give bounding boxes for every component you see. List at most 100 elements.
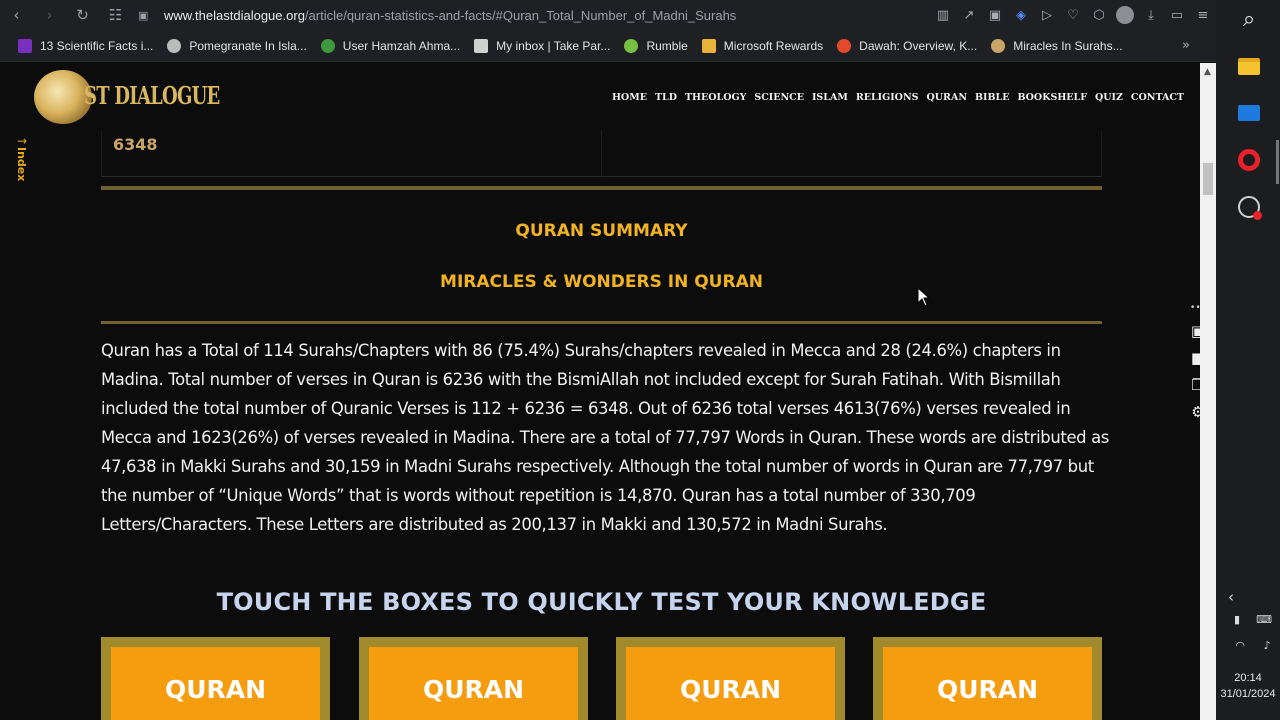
- menu-item-home[interactable]: HOME: [612, 92, 647, 103]
- opera-icon[interactable]: [1236, 147, 1262, 173]
- microphone-icon[interactable]: ▮: [1234, 613, 1240, 626]
- scroll-thumb[interactable]: [1203, 163, 1213, 195]
- floating-toolbar: ••• ▣ ■ ❐ ⚙: [1185, 299, 1200, 427]
- menu-item-tld[interactable]: TLD: [655, 92, 677, 103]
- speedometer-icon[interactable]: [1236, 194, 1262, 220]
- camera-icon[interactable]: ▣: [1185, 317, 1200, 344]
- bookmark-favicon-icon: [837, 38, 852, 53]
- menu-item-quran[interactable]: QURAN: [927, 92, 968, 103]
- bookmark-label: My inbox | Take Par...: [496, 38, 611, 53]
- language-icon[interactable]: ⌨: [1256, 613, 1272, 626]
- bookmark-item[interactable]: Rumble: [624, 38, 688, 53]
- bookmark-favicon-icon: [18, 38, 32, 53]
- bookmark-item[interactable]: My inbox | Take Par...: [474, 38, 611, 53]
- browser-toolbar: ‹ › ↻ ☷ ▣ www.thelastdialogue.org/articl…: [0, 0, 1216, 30]
- page-scrollbar[interactable]: ▲: [1200, 63, 1216, 720]
- share-icon[interactable]: ↗: [956, 0, 982, 30]
- clock-time[interactable]: 20:14: [1216, 672, 1280, 684]
- speed-dial-icon[interactable]: ☷: [99, 0, 132, 30]
- web-page: ST DIALOGUE HOME TLD THEOLOGY SCIENCE IS…: [4, 63, 1200, 720]
- menu-item-quiz[interactable]: QUIZ: [1095, 92, 1123, 103]
- quiz-box-label: QURAN: [936, 675, 1039, 704]
- extensions-icon[interactable]: ⬡: [1086, 0, 1112, 30]
- download-icon[interactable]: ⤓: [1138, 0, 1164, 30]
- wifi-icon[interactable]: ◠: [1235, 639, 1245, 652]
- bookmarks-bar: 13 Scientific Facts i... Pomegranate In …: [0, 30, 1216, 62]
- menu-item-science[interactable]: SCIENCE: [754, 92, 804, 103]
- quiz-box-label: QURAN: [422, 675, 525, 704]
- bookmark-favicon-icon: [991, 38, 1006, 53]
- video-icon[interactable]: ■: [1185, 344, 1200, 371]
- menu-item-bible[interactable]: BIBLE: [975, 92, 1009, 103]
- quiz-box[interactable]: QURAN: [616, 637, 845, 720]
- bookmark-label: User Hamzah Ahma...: [342, 38, 461, 53]
- address-url[interactable]: www.thelastdialogue.org/article/quran-st…: [164, 8, 736, 23]
- index-label: Index: [15, 147, 28, 182]
- quiz-box-label: QURAN: [679, 675, 782, 704]
- send-icon[interactable]: ▷: [1034, 0, 1060, 30]
- arrow-right-icon: →: [16, 134, 28, 148]
- menu-item-contact[interactable]: CONTACT: [1131, 92, 1184, 103]
- back-icon[interactable]: ‹: [0, 0, 33, 30]
- search-icon[interactable]: ⌕: [1236, 6, 1262, 32]
- index-toggle[interactable]: → Index: [14, 135, 30, 181]
- bookmarks-overflow-icon[interactable]: »: [1182, 38, 1190, 53]
- bookmark-label: Dawah: Overview, K...: [859, 38, 978, 53]
- site-menu: HOME TLD THEOLOGY SCIENCE ISLAM RELIGION…: [604, 92, 1184, 103]
- bookmark-label: Microsoft Rewards: [723, 38, 824, 53]
- opera-sidebar: ⌕: [1216, 0, 1280, 720]
- pin-icon[interactable]: •••: [1185, 299, 1200, 317]
- reload-icon[interactable]: ↻: [66, 0, 99, 30]
- menu-item-theology[interactable]: THEOLOGY: [685, 92, 746, 103]
- quiz-box[interactable]: QURAN: [359, 637, 588, 720]
- tray-row: ◠ ♪: [1226, 639, 1280, 652]
- scroll-up-icon[interactable]: ▲: [1204, 67, 1211, 77]
- bookmark-favicon-icon: [474, 38, 489, 53]
- stats-table-row: 6348: [101, 131, 1102, 177]
- quiz-box[interactable]: QURAN: [873, 637, 1102, 720]
- shield-icon[interactable]: ◈: [1008, 0, 1034, 30]
- bookmark-item[interactable]: 13 Scientific Facts i...: [18, 38, 154, 53]
- menu-item-religions[interactable]: RELIGIONS: [856, 92, 919, 103]
- bookmark-item[interactable]: Dawah: Overview, K...: [837, 38, 978, 53]
- lock-icon: ▣: [138, 8, 149, 22]
- section-divider: [101, 321, 1102, 324]
- menu-item-bookshelf[interactable]: BOOKSHELF: [1017, 92, 1087, 103]
- heart-icon[interactable]: ♡: [1060, 0, 1086, 30]
- quiz-box[interactable]: QURAN: [101, 637, 330, 720]
- bookmark-item[interactable]: Microsoft Rewards: [701, 38, 824, 53]
- windows-icon[interactable]: ❐: [1185, 371, 1200, 398]
- reader-mode-icon[interactable]: ▥: [930, 0, 956, 30]
- profile-icon[interactable]: [1112, 0, 1138, 30]
- battery-icon[interactable]: ▭: [1164, 0, 1190, 30]
- section-divider: [101, 186, 1102, 190]
- bookmark-item[interactable]: User Hamzah Ahma...: [320, 38, 461, 53]
- bookmark-favicon-icon: [320, 38, 335, 53]
- sidebar-selection-indicator: [1276, 140, 1279, 184]
- bookmark-favicon-icon: [167, 38, 182, 53]
- tray-expand-icon[interactable]: ‹: [1228, 588, 1234, 606]
- bookmark-label: 13 Scientific Facts i...: [40, 38, 154, 53]
- site-header: ST DIALOGUE HOME TLD THEOLOGY SCIENCE IS…: [4, 63, 1200, 133]
- tray-row: ▮ ⌨: [1226, 613, 1280, 626]
- site-logo-text[interactable]: ST DIALOGUE: [84, 81, 220, 110]
- bookmark-item[interactable]: Miracles In Surahs...: [991, 38, 1123, 53]
- file-explorer-icon[interactable]: [1236, 53, 1262, 79]
- quiz-box-label: QURAN: [164, 675, 267, 704]
- easy-setup-icon[interactable]: ≡: [1190, 0, 1216, 30]
- table-divider: [601, 131, 602, 177]
- mail-icon[interactable]: [1236, 100, 1262, 126]
- snapshot-icon[interactable]: ▣: [982, 0, 1008, 30]
- bookmark-label: Rumble: [646, 38, 688, 53]
- menu-item-islam[interactable]: ISLAM: [812, 92, 848, 103]
- gear-icon[interactable]: ⚙: [1185, 398, 1200, 425]
- summary-paragraph: Quran has a Total of 114 Surahs/Chapters…: [101, 341, 1109, 534]
- clock-date[interactable]: 31/01/2024: [1216, 688, 1280, 700]
- forward-icon[interactable]: ›: [33, 0, 66, 30]
- bookmark-item[interactable]: Pomegranate In Isla...: [167, 38, 307, 53]
- bookmark-favicon-icon: [701, 38, 716, 53]
- address-bar[interactable]: ▣ www.thelastdialogue.org/article/quran-…: [138, 0, 736, 30]
- bookmark-label: Miracles In Surahs...: [1013, 38, 1123, 53]
- mouse-cursor-icon: [917, 287, 931, 307]
- volume-icon[interactable]: ♪: [1264, 639, 1271, 652]
